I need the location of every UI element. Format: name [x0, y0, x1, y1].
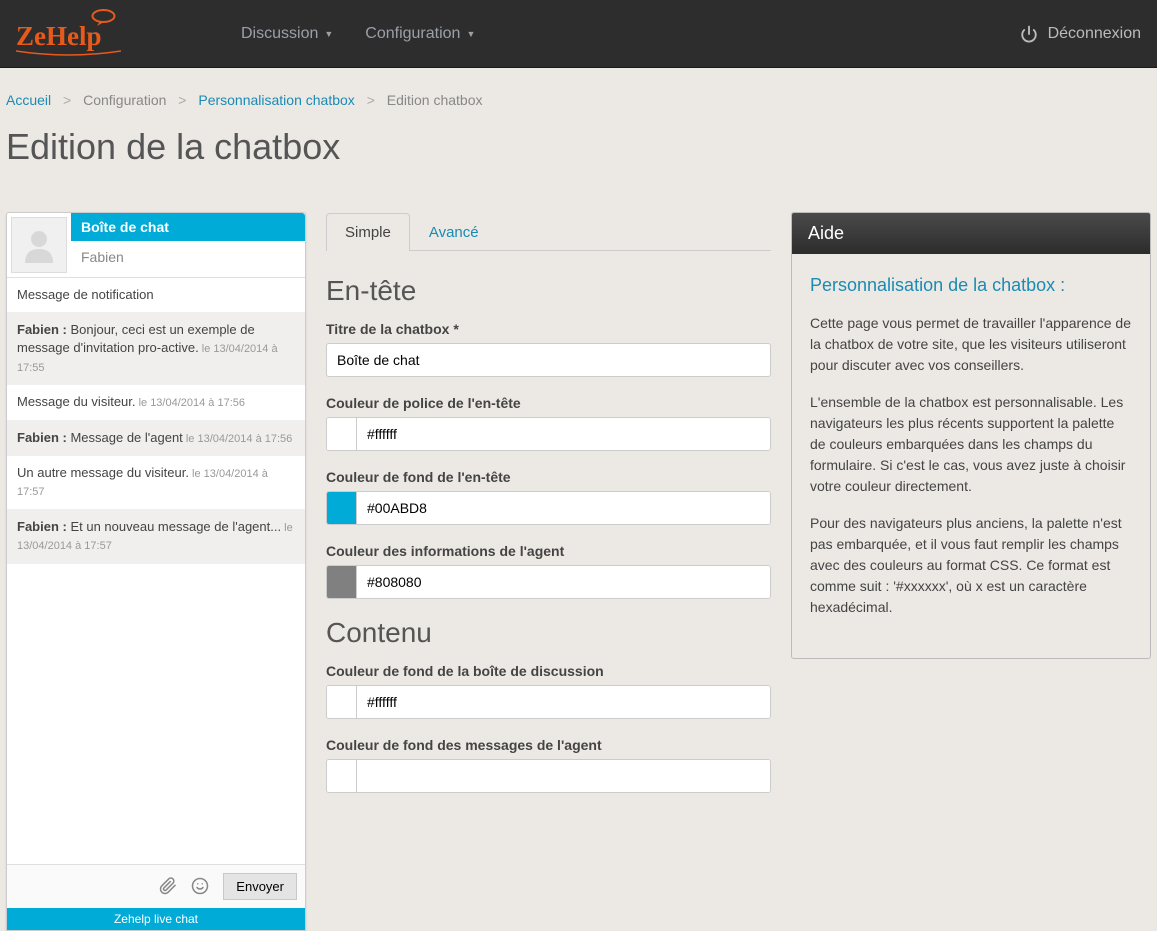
section-header-contenu: Contenu [326, 617, 771, 649]
header-bg-color-swatch[interactable] [327, 492, 357, 524]
svg-text:Help: Help [46, 21, 102, 51]
top-navbar: Ze Help Discussion ▼ Configuration ▼ Déc… [0, 0, 1157, 68]
chatbox-title-input[interactable] [326, 343, 771, 377]
form-column: Simple Avancé En-tête Titre de la chatbo… [326, 212, 771, 811]
help-paragraph: Cette page vous permet de travailler l'a… [810, 313, 1132, 376]
chat-message: Fabien : Message de l'agent le 13/04/201… [7, 421, 305, 456]
breadcrumb-current: Edition chatbox [387, 92, 483, 108]
chatbox-brand-footer: Zehelp live chat [7, 908, 305, 930]
agent-info-color-label: Couleur des informations de l'agent [326, 543, 771, 559]
nav-item-label: Configuration [365, 25, 460, 43]
chat-message-timestamp: le 13/04/2014 à 17:56 [136, 397, 245, 409]
agent-info-color-input[interactable] [357, 566, 770, 598]
tab-simple[interactable]: Simple [326, 213, 410, 251]
chat-message-text: Un autre message du visiteur. [17, 465, 189, 480]
agent-info-color-swatch[interactable] [327, 566, 357, 598]
chat-message-text: Message du visiteur. [17, 394, 136, 409]
chatbox-body: Message de notification Fabien : Bonjour… [7, 277, 305, 864]
power-icon [1020, 25, 1038, 43]
nav-item-label: Discussion [241, 25, 318, 43]
chatbox-preview-column: Boîte de chat Fabien Message de notifica… [6, 212, 306, 931]
svg-text:Ze: Ze [16, 21, 46, 51]
chevron-down-icon: ▼ [324, 29, 333, 39]
nav-item-discussion[interactable]: Discussion ▼ [231, 17, 343, 51]
page-title: Edition de la chatbox [0, 116, 1157, 188]
help-heading: Personnalisation de la chatbox : [810, 272, 1132, 299]
chatbox-bg-swatch[interactable] [327, 686, 357, 718]
tab-advanced[interactable]: Avancé [410, 213, 498, 251]
chatbox-title-label: Titre de la chatbox * [326, 321, 771, 337]
chatbox-footer: Envoyer [7, 864, 305, 908]
chatbox-bg-label: Couleur de fond de la boîte de discussio… [326, 663, 771, 679]
help-paragraph: Pour des navigateurs plus anciens, la pa… [810, 513, 1132, 618]
breadcrumb-sep: > [367, 92, 375, 108]
nav-item-configuration[interactable]: Configuration ▼ [355, 17, 485, 51]
chatbox-preview: Boîte de chat Fabien Message de notifica… [6, 212, 306, 931]
agent-msg-bg-input[interactable] [357, 760, 770, 792]
header-font-color-label: Couleur de police de l'en-tête [326, 395, 771, 411]
tabs: Simple Avancé [326, 212, 771, 251]
agent-msg-bg-label: Couleur de fond des messages de l'agent [326, 737, 771, 753]
help-paragraph: L'ensemble de la chatbox est personnalis… [810, 392, 1132, 497]
breadcrumb-home[interactable]: Accueil [6, 92, 51, 108]
chat-message: Fabien : Bonjour, ceci est un exemple de… [7, 313, 305, 385]
chat-message-author: Fabien : [17, 430, 67, 445]
header-bg-color-label: Couleur de fond de l'en-tête [326, 469, 771, 485]
chat-message: Fabien : Et un nouveau message de l'agen… [7, 510, 305, 564]
chat-message-author: Fabien : [17, 322, 67, 337]
chat-message: Message du visiteur. le 13/04/2014 à 17:… [7, 385, 305, 420]
breadcrumb-sep: > [178, 92, 186, 108]
chat-message-timestamp: le 13/04/2014 à 17:56 [183, 433, 292, 445]
smiley-icon[interactable] [191, 877, 209, 895]
help-panel-title: Aide [792, 213, 1150, 254]
header-font-color-input[interactable] [357, 418, 770, 450]
breadcrumb-config: Configuration [83, 92, 166, 108]
breadcrumb-personalization[interactable]: Personnalisation chatbox [198, 92, 354, 108]
chatbox-header: Boîte de chat Fabien [7, 213, 305, 277]
chat-message: Un autre message du visiteur. le 13/04/2… [7, 456, 305, 510]
logout-label: Déconnexion [1048, 25, 1141, 43]
header-bg-color-input[interactable] [357, 492, 770, 524]
chat-notification: Message de notification [7, 278, 305, 313]
chevron-down-icon: ▼ [466, 29, 475, 39]
chatbox-agent-name: Fabien [71, 241, 305, 273]
header-font-color-swatch[interactable] [327, 418, 357, 450]
chat-message-text: Message de l'agent [67, 430, 183, 445]
send-button[interactable]: Envoyer [223, 873, 297, 900]
nav-menu: Discussion ▼ Configuration ▼ [231, 17, 1020, 51]
logo[interactable]: Ze Help [16, 9, 121, 59]
chatbox-bg-input[interactable] [357, 686, 770, 718]
agent-msg-bg-swatch[interactable] [327, 760, 357, 792]
section-header-entete: En-tête [326, 275, 771, 307]
chat-message-author: Fabien : [17, 519, 67, 534]
avatar [11, 217, 67, 273]
breadcrumb: Accueil > Configuration > Personnalisati… [0, 68, 1157, 116]
help-panel: Aide Personnalisation de la chatbox : Ce… [791, 212, 1151, 659]
chat-message-text: Et un nouveau message de l'agent... [67, 519, 281, 534]
logout-button[interactable]: Déconnexion [1020, 25, 1141, 43]
help-column: Aide Personnalisation de la chatbox : Ce… [791, 212, 1151, 659]
breadcrumb-sep: > [63, 92, 71, 108]
chatbox-title: Boîte de chat [71, 213, 305, 241]
attachment-icon[interactable] [159, 877, 177, 895]
